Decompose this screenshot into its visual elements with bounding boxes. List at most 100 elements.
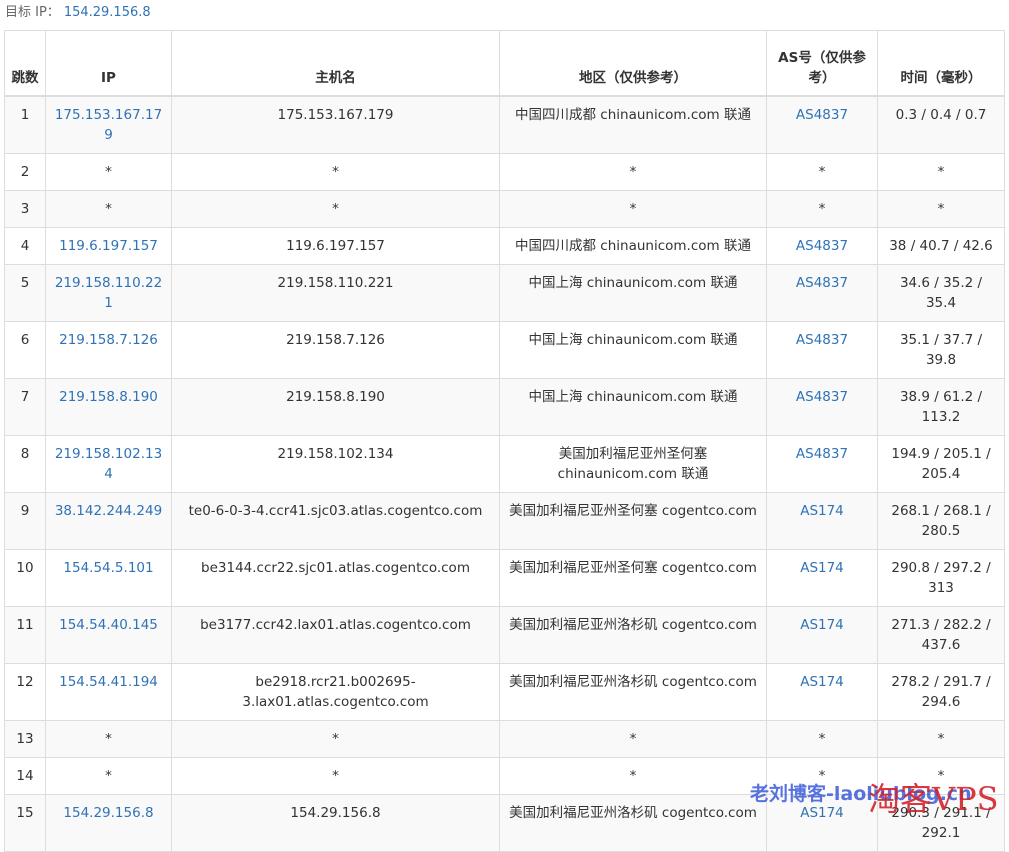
as-cell: AS4837: [766, 95, 878, 154]
as-link[interactable]: AS4837: [796, 107, 848, 123]
as-cell: *: [766, 153, 878, 191]
table-row: 3 * * * * *: [4, 190, 1005, 228]
header-row: 跳数 IP 主机名 地区（仅供参考） AS号（仅供参考） 时间（毫秒）: [4, 30, 1005, 97]
time-cell: 38.9 / 61.2 / 113.2: [877, 378, 1005, 436]
hop-number-cell: 12: [4, 663, 46, 721]
as-link[interactable]: AS174: [800, 674, 844, 690]
region-cell: 美国加利福尼亚州圣何塞 cogentco.com: [499, 492, 767, 550]
ip-cell: *: [45, 757, 172, 795]
as-link[interactable]: AS174: [800, 503, 844, 519]
ip-link[interactable]: 219.158.110.221: [55, 275, 162, 311]
region-cell: 美国加利福尼亚州洛杉矶 cogentco.com: [499, 794, 767, 852]
hop-number-cell: 4: [4, 227, 46, 265]
ip-cell: 219.158.7.126: [45, 321, 172, 379]
as-link[interactable]: AS4837: [796, 238, 848, 254]
hop-number-cell: 13: [4, 720, 46, 758]
ip-cell: 219.158.110.221: [45, 264, 172, 322]
hostname-cell: be3144.ccr22.sjc01.atlas.cogentco.com: [171, 549, 500, 607]
ip-cell: 154.54.5.101: [45, 549, 172, 607]
as-cell: AS174: [766, 606, 878, 664]
time-cell: 38 / 40.7 / 42.6: [877, 227, 1005, 265]
traceroute-table: 跳数 IP 主机名 地区（仅供参考） AS号（仅供参考） 时间（毫秒） 1 175…: [4, 30, 1005, 852]
ip-link[interactable]: 175.153.167.179: [55, 107, 162, 143]
hostname-cell: be2918.rcr21.b002695-3.lax01.atlas.cogen…: [171, 663, 500, 721]
hostname-cell: *: [171, 190, 500, 228]
time-cell: 35.1 / 37.7 / 39.8: [877, 321, 1005, 379]
ip-cell: 154.54.41.194: [45, 663, 172, 721]
as-cell: AS174: [766, 663, 878, 721]
header-hostname: 主机名: [171, 30, 500, 97]
table-body: 1 175.153.167.179 175.153.167.179 中国四川成都 ch…: [4, 95, 1005, 852]
header-region: 地区（仅供参考）: [499, 30, 767, 97]
hostname-cell: 119.6.197.157: [171, 227, 500, 265]
region-cell: 美国加利福尼亚州洛杉矶 cogentco.com: [499, 663, 767, 721]
hop-number-cell: 9: [4, 492, 46, 550]
hop-number-cell: 11: [4, 606, 46, 664]
time-cell: 271.3 / 282.2 / 437.6: [877, 606, 1005, 664]
as-link[interactable]: AS4837: [796, 389, 848, 405]
as-cell: *: [766, 190, 878, 228]
region-cell: *: [499, 153, 767, 191]
region-cell: 美国加利福尼亚州圣何塞 chinaunicom.com 联通: [499, 435, 767, 493]
as-link[interactable]: AS174: [800, 805, 844, 821]
time-cell: 0.3 / 0.4 / 0.7: [877, 95, 1005, 154]
as-cell: AS174: [766, 549, 878, 607]
as-cell: AS4837: [766, 264, 878, 322]
ip-link[interactable]: 154.54.41.194: [59, 674, 158, 690]
hop-number-cell: 7: [4, 378, 46, 436]
header-ip: IP: [45, 30, 172, 97]
hop-number-cell: 1: [4, 95, 46, 154]
as-link[interactable]: AS4837: [796, 332, 848, 348]
hostname-cell: *: [171, 757, 500, 795]
as-link[interactable]: AS4837: [796, 275, 848, 291]
region-cell: 中国上海 chinaunicom.com 联通: [499, 378, 767, 436]
ip-cell: 219.158.8.190: [45, 378, 172, 436]
time-cell: *: [877, 153, 1005, 191]
hop-number-cell: 6: [4, 321, 46, 379]
ip-cell: 175.153.167.179: [45, 95, 172, 154]
as-cell: AS4837: [766, 321, 878, 379]
header-as: AS号（仅供参考）: [766, 30, 878, 97]
time-cell: 290.8 / 297.2 / 313: [877, 549, 1005, 607]
time-cell: 194.9 / 205.1 / 205.4: [877, 435, 1005, 493]
table-row: 6 219.158.7.126 219.158.7.126 中国上海 chinauni…: [4, 321, 1005, 379]
table-row: 13 * * * * *: [4, 720, 1005, 758]
hostname-cell: be3177.ccr42.lax01.atlas.cogentco.com: [171, 606, 500, 664]
hostname-cell: 219.158.110.221: [171, 264, 500, 322]
ip-cell: 154.29.156.8: [45, 794, 172, 852]
ip-cell: 219.158.102.134: [45, 435, 172, 493]
as-cell: AS174: [766, 492, 878, 550]
as-cell: AS4837: [766, 227, 878, 265]
as-link[interactable]: AS174: [800, 560, 844, 576]
table-row: 9 38.142.244.249 te0-6-0-3-4.ccr41.sjc03.a…: [4, 492, 1005, 550]
ip-link[interactable]: 38.142.244.249: [55, 503, 162, 519]
hop-number-cell: 3: [4, 190, 46, 228]
ip-link[interactable]: 154.29.156.8: [63, 805, 153, 821]
ip-link[interactable]: 219.158.8.190: [59, 389, 158, 405]
hostname-cell: 219.158.7.126: [171, 321, 500, 379]
table-row: 11 154.54.40.145 be3177.ccr42.lax01.atlas.…: [4, 606, 1005, 664]
hop-number-cell: 10: [4, 549, 46, 607]
as-link[interactable]: AS4837: [796, 446, 848, 462]
table-row: 2 * * * * *: [4, 153, 1005, 191]
region-cell: *: [499, 720, 767, 758]
region-cell: *: [499, 757, 767, 795]
hostname-cell: 219.158.8.190: [171, 378, 500, 436]
region-cell: 中国四川成都 chinaunicom.com 联通: [499, 227, 767, 265]
hop-number-cell: 14: [4, 757, 46, 795]
time-cell: *: [877, 720, 1005, 758]
hostname-cell: 175.153.167.179: [171, 95, 500, 154]
brand-watermark: 淘客VPS: [868, 780, 999, 818]
as-link[interactable]: AS174: [800, 617, 844, 633]
hostname-cell: *: [171, 153, 500, 191]
ip-link[interactable]: 119.6.197.157: [59, 238, 158, 254]
ip-link[interactable]: 154.54.5.101: [63, 560, 153, 576]
region-cell: *: [499, 190, 767, 228]
ip-link[interactable]: 154.54.40.145: [59, 617, 158, 633]
region-cell: 中国四川成都 chinaunicom.com 联通: [499, 95, 767, 154]
header-hop: 跳数: [4, 30, 46, 97]
hostname-cell: 219.158.102.134: [171, 435, 500, 493]
ip-link[interactable]: 219.158.102.134: [55, 446, 162, 482]
target-ip-value: 154.29.156.8: [63, 5, 151, 20]
ip-link[interactable]: 219.158.7.126: [59, 332, 158, 348]
